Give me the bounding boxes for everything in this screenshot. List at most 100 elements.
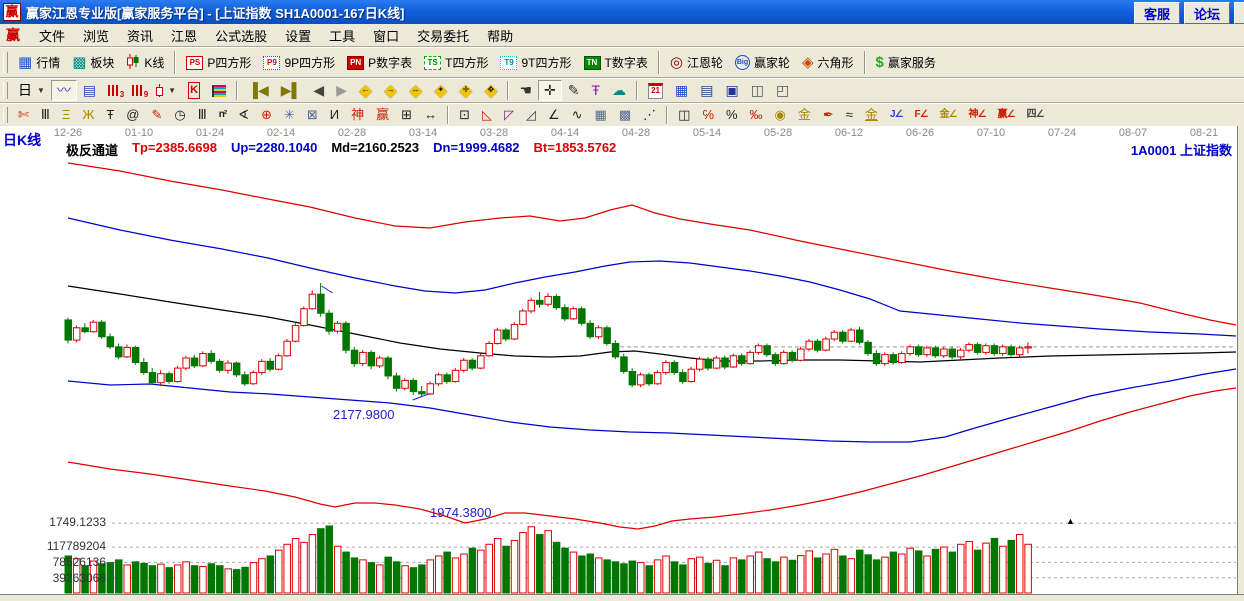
tool-calculator[interactable]: ▦ bbox=[669, 80, 694, 101]
tool-permille[interactable]: ‰ bbox=[744, 105, 769, 125]
tool-red-pen[interactable]: ✎ bbox=[146, 105, 169, 125]
tool-expand-horizontal[interactable]: ◆↔ bbox=[403, 80, 428, 101]
toolbar-p-number-table[interactable]: PNP数字表 bbox=[341, 49, 418, 75]
tool-percent-table[interactable]: ◫ bbox=[672, 105, 696, 125]
tool-dense-grid[interactable]: ▩ bbox=[613, 105, 637, 125]
tool-win-ruler[interactable]: 赢 bbox=[370, 105, 395, 125]
toolbar-t-number-table[interactable]: TNT数字表 bbox=[578, 49, 654, 75]
menu-item-file[interactable]: 文件 bbox=[30, 24, 74, 47]
kline-chart-area[interactable]: 12-2601-1001-2402-1402-2803-1403-2804-14… bbox=[0, 126, 1244, 594]
tool-angle-measure[interactable]: ∢ bbox=[232, 105, 255, 125]
tool-gold-section[interactable]: Ж bbox=[76, 105, 100, 125]
menu-item-trade-order[interactable]: 交易委托 bbox=[408, 24, 478, 47]
tool-shift-right[interactable]: ◆→ bbox=[378, 80, 403, 101]
tool-gold-ratio-ruler[interactable]: Ξ bbox=[56, 105, 76, 125]
tool-j-angle[interactable]: J∠ bbox=[884, 105, 909, 125]
toolbar-winner-service[interactable]: $赢家服务 bbox=[870, 49, 942, 75]
tool-period-day-dropdown[interactable]: 日▼ bbox=[12, 80, 51, 101]
menu-item-tools[interactable]: 工具 bbox=[320, 24, 364, 47]
tool-percent[interactable]: % bbox=[720, 105, 744, 125]
tool-page-right[interactable]: ▶ bbox=[330, 80, 353, 101]
tool-star-rays[interactable]: ✳ bbox=[278, 105, 301, 125]
tool-spiral[interactable]: @ bbox=[120, 105, 145, 125]
tool-wave-tool[interactable]: ☁ bbox=[606, 80, 632, 101]
toolbar-nine-t-square[interactable]: T99T四方形 bbox=[494, 49, 577, 75]
tool-candle-style-dropdown[interactable]: ▼ bbox=[150, 80, 182, 101]
titlebar-button-forum[interactable]: 论坛 bbox=[1184, 2, 1230, 24]
tool-shen-angle[interactable]: 神∠ bbox=[963, 105, 992, 125]
tool-grid-cross[interactable]: ⊠ bbox=[301, 105, 324, 125]
tool-gold-level[interactable]: 金 bbox=[792, 105, 817, 125]
menu-item-browse[interactable]: 浏览 bbox=[74, 24, 118, 47]
menu-item-news[interactable]: 资讯 bbox=[118, 24, 162, 47]
tool-remote-data[interactable]: ◫ bbox=[745, 80, 770, 101]
menu-item-gann[interactable]: 江恩 bbox=[162, 24, 206, 47]
tool-line-box[interactable]: ◿ bbox=[520, 105, 542, 125]
kline-chart-canvas[interactable] bbox=[0, 126, 1244, 594]
tool-zoom-full[interactable]: ◆✥ bbox=[478, 80, 503, 101]
tool-hand-tool[interactable]: ☚ bbox=[513, 80, 538, 101]
tool-angle-line[interactable]: ∠ bbox=[542, 105, 566, 125]
tool-gann-box[interactable]: ⊡ bbox=[453, 105, 476, 125]
titlebar-button-homepage[interactable]: 主页 bbox=[1234, 2, 1244, 24]
tool-fan-box[interactable]: ◸ bbox=[498, 105, 520, 125]
tool-overlay-curve[interactable]: 〰 bbox=[51, 80, 77, 101]
tool-crosshair-circle[interactable]: ⊕ bbox=[255, 105, 278, 125]
tool-gann-grid-tool[interactable]: Ŧ bbox=[585, 80, 606, 101]
tool-shift-left[interactable]: ◆← bbox=[353, 80, 378, 101]
tool-n-square[interactable]: n² bbox=[213, 105, 232, 125]
tool-n-marker[interactable]: И bbox=[324, 105, 345, 125]
tool-four-angle[interactable]: 四∠ bbox=[1020, 105, 1049, 125]
tool-page-left[interactable]: ◀ bbox=[307, 80, 330, 101]
tool-grid-123[interactable]: ⊞ bbox=[395, 105, 418, 125]
tool-parallel-lines[interactable]: ⋰ bbox=[637, 105, 662, 125]
menu-item-settings[interactable]: 设置 bbox=[276, 24, 320, 47]
tool-indicator-flag[interactable] bbox=[206, 80, 232, 101]
tool-eraser-knife[interactable]: ✄ bbox=[12, 105, 35, 125]
toolbar-sectors[interactable]: ▩板块 bbox=[66, 49, 120, 75]
tool-zoom-out[interactable]: ◆✦ bbox=[428, 80, 453, 101]
toolbar-winner-wheel[interactable]: Big赢家轮 bbox=[729, 49, 796, 75]
tool-gold-underline[interactable]: 金 bbox=[859, 105, 884, 125]
toolbar-gann-wheel[interactable]: ◎江恩轮 bbox=[664, 49, 729, 75]
tool-gold-circle[interactable]: ◉ bbox=[769, 105, 792, 125]
titlebar-button-customer-service[interactable]: 客服 bbox=[1134, 2, 1180, 24]
tool-time-cycle[interactable]: ◷ bbox=[168, 105, 191, 125]
toolbar-nine-p-square[interactable]: P99P四方形 bbox=[257, 49, 341, 75]
tool-compress-3[interactable]: 3 bbox=[102, 80, 126, 101]
menu-item-window[interactable]: 窗口 bbox=[364, 24, 408, 47]
tool-f-ruler[interactable]: Ŧ bbox=[100, 105, 120, 125]
tool-calendar[interactable]: 21 bbox=[642, 80, 669, 101]
tool-time-ruler[interactable]: Ⅲ bbox=[35, 105, 56, 125]
tool-workstation[interactable]: ◰ bbox=[770, 80, 795, 101]
menu-item-help[interactable]: 帮助 bbox=[478, 24, 522, 47]
toolbar-hexagon[interactable]: ◈六角形 bbox=[796, 49, 860, 75]
tool-trend-line-tool[interactable]: ✎ bbox=[562, 80, 586, 101]
tool-horizontal-span[interactable]: ↔ bbox=[418, 105, 443, 125]
tool-last-page[interactable]: ▶▌ bbox=[275, 80, 308, 101]
tool-wave-lines[interactable]: ≈ bbox=[840, 105, 859, 125]
tool-zoom-in[interactable]: ◆✛ bbox=[453, 80, 478, 101]
tool-ink-annotation[interactable]: ✒ bbox=[817, 105, 840, 125]
tool-crosshair-tool[interactable]: ✛ bbox=[538, 80, 562, 101]
tool-first-page[interactable]: ▐◀ bbox=[242, 80, 275, 101]
tool-k-pattern[interactable]: K bbox=[182, 80, 206, 101]
tool-shen-ruler[interactable]: 神 bbox=[345, 105, 370, 125]
toolbar-p-square[interactable]: PSP四方形 bbox=[180, 49, 257, 75]
tool-price-ruler[interactable]: Ⅲ bbox=[192, 105, 213, 125]
tool-square-grid[interactable]: ▦ bbox=[589, 105, 613, 125]
tool-compress-9[interactable]: 9 bbox=[126, 80, 150, 101]
tool-f-angle[interactable]: F∠ bbox=[908, 105, 933, 125]
tool-gann-fan[interactable]: ◺ bbox=[476, 105, 498, 125]
tool-percent-box[interactable]: ℅ bbox=[696, 105, 720, 125]
tool-gold-angle[interactable]: 金∠ bbox=[934, 105, 963, 125]
tool-zigzag-wave[interactable]: ∿ bbox=[566, 105, 589, 125]
tool-info-panel[interactable]: ▤ bbox=[77, 80, 102, 101]
menu-item-formula-stock-pick[interactable]: 公式选股 bbox=[206, 24, 276, 47]
toolbar-quotes[interactable]: ▦行情 bbox=[12, 49, 66, 75]
tool-win-angle[interactable]: 赢∠ bbox=[991, 105, 1020, 125]
toolbar-kline[interactable]: K线 bbox=[120, 49, 170, 75]
tool-notepad[interactable]: ▤ bbox=[694, 80, 719, 101]
tool-save-disk[interactable]: ▣ bbox=[720, 80, 745, 101]
toolbar-t-square[interactable]: TST四方形 bbox=[418, 49, 494, 75]
